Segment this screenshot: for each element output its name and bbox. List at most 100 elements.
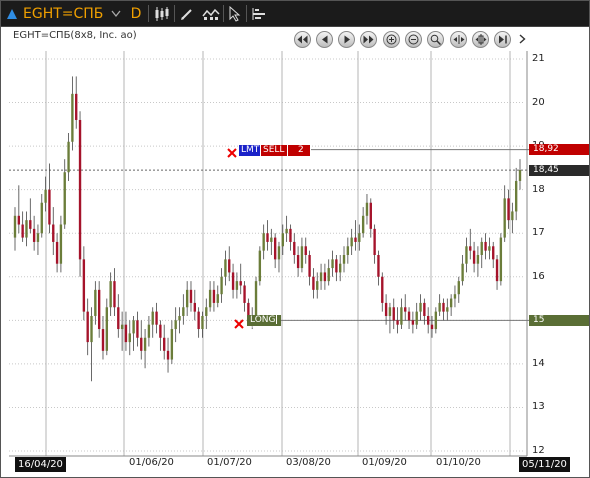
candle-body <box>273 237 277 260</box>
candle-body <box>178 315 181 321</box>
order-qty-label[interactable]: 2 <box>288 145 310 156</box>
candle-body <box>75 93 78 120</box>
candle-body <box>377 255 380 277</box>
order-side-label[interactable]: SELL <box>261 145 287 156</box>
candle-body <box>277 246 281 260</box>
candle-body <box>469 246 472 251</box>
fit-horizontal-icon[interactable] <box>450 31 467 48</box>
candle-body <box>503 198 506 238</box>
candle-body <box>511 211 514 221</box>
cursor-icon[interactable] <box>226 1 244 26</box>
triangle-icon[interactable] <box>5 1 19 26</box>
indicators-icon[interactable] <box>200 1 222 26</box>
sell-level-tag: 18,92 <box>529 144 589 155</box>
candle-body <box>426 315 430 325</box>
candle-body <box>392 307 395 321</box>
candle-body <box>285 228 288 234</box>
candle-body <box>270 237 273 242</box>
candle-body <box>449 298 453 308</box>
candle-body <box>419 302 422 312</box>
chevron-down-icon[interactable] <box>109 1 123 26</box>
candle-body <box>396 320 399 325</box>
candle-body <box>170 329 174 360</box>
position-side-label[interactable]: LONG2 <box>247 315 281 336</box>
x-axis-label: 01/07/20 <box>207 457 252 468</box>
candlestick-icon[interactable] <box>152 1 172 26</box>
candle-body <box>384 302 388 316</box>
candle-body <box>484 241 487 251</box>
ticker-selector[interactable]: EGHT=СПБ <box>23 1 109 26</box>
candle-body <box>258 250 262 282</box>
chart-window: EGHT=СПБ D EGHT=СПБ(8x8, Inc. ао) 21 20 … <box>0 0 590 478</box>
candle-body <box>308 255 311 277</box>
candle-body <box>281 233 284 247</box>
chevron-right-icon[interactable] <box>515 29 529 49</box>
scroll-end-button[interactable] <box>360 31 377 48</box>
candle-body <box>472 250 476 264</box>
candle-body <box>446 307 449 312</box>
candle-body <box>434 311 438 330</box>
candle-body <box>86 311 89 343</box>
candle-body <box>220 276 223 295</box>
candle-body <box>44 189 47 203</box>
zoom-in-icon[interactable] <box>383 31 400 48</box>
candle-body <box>316 281 319 290</box>
go-to-end-icon[interactable] <box>494 31 511 48</box>
candle-body <box>438 302 441 312</box>
candle-body <box>55 241 59 264</box>
scroll-right-button[interactable] <box>338 31 355 48</box>
candle-body <box>304 246 307 255</box>
candle-body <box>235 281 239 290</box>
scroll-left-button[interactable] <box>316 31 333 48</box>
candle-body <box>228 259 231 273</box>
candle-body <box>358 233 361 242</box>
candle-body <box>335 259 338 273</box>
candle-body <box>90 315 93 343</box>
candle-body <box>143 337 147 351</box>
candle-body <box>21 224 24 238</box>
chart-grid <box>9 51 528 457</box>
candle-body <box>132 320 135 334</box>
pencil-icon[interactable] <box>177 1 197 26</box>
y-tick-label: 12 <box>532 445 545 456</box>
y-tick-label: 18 <box>532 183 545 195</box>
candle-body <box>189 289 193 303</box>
candle-body <box>323 272 327 282</box>
x-axis-label: 01/06/20 <box>129 457 174 468</box>
candle-body <box>25 220 28 238</box>
candle-body <box>507 198 510 221</box>
toolbar: EGHT=СПБ D <box>1 1 589 27</box>
zoom-out-icon[interactable] <box>405 31 422 48</box>
end-date-label: 05/11/20 <box>519 457 570 472</box>
close-position-icon[interactable] <box>233 315 245 329</box>
candle-body <box>52 224 55 242</box>
scroll-start-button[interactable] <box>294 31 311 48</box>
candle-width-icon[interactable] <box>472 31 489 48</box>
candle-body <box>262 233 265 251</box>
candle-body <box>163 337 166 351</box>
candle-body <box>369 202 372 229</box>
candles <box>13 76 522 382</box>
candle-body <box>243 285 246 303</box>
price-chart[interactable] <box>1 26 589 477</box>
order-book-icon[interactable] <box>249 1 269 26</box>
candle-body <box>266 233 269 242</box>
candle-body <box>201 315 204 330</box>
cancel-sell-order-icon[interactable] <box>226 144 238 158</box>
period-selector[interactable]: D <box>129 1 143 26</box>
candle-body <box>350 237 353 247</box>
candle-body <box>339 263 342 273</box>
candle-body <box>354 237 357 242</box>
magnifier-icon[interactable] <box>427 31 444 48</box>
candle-body <box>17 215 21 225</box>
order-type-label[interactable]: LMT <box>239 145 260 156</box>
candle-body <box>94 289 97 316</box>
candle-body <box>331 259 334 269</box>
candle-body <box>205 307 208 316</box>
candle-body <box>346 246 350 255</box>
candle-body <box>105 307 109 351</box>
candle-body <box>327 268 330 282</box>
candle-body <box>365 202 369 216</box>
candle-body <box>208 289 212 308</box>
candle-body <box>151 311 154 325</box>
